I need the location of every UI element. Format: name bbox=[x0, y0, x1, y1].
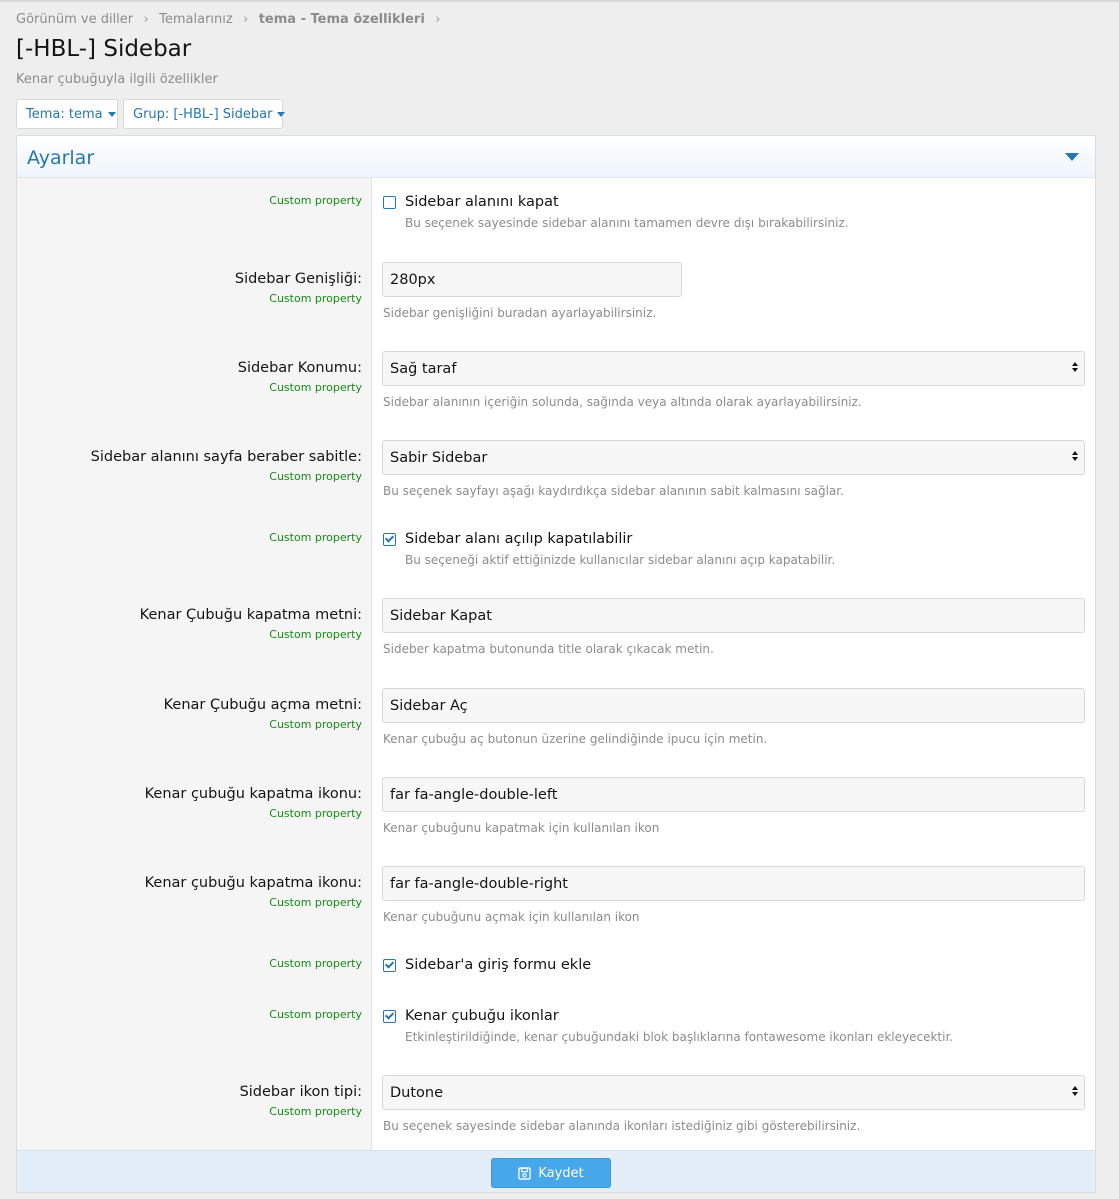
icon-type-value: Dutone bbox=[390, 1084, 444, 1101]
custom-property-tag: Custom property bbox=[269, 1008, 362, 1021]
sidebar-icons-checkbox[interactable] bbox=[383, 1010, 396, 1023]
checkmark-icon bbox=[384, 959, 395, 969]
disable-sidebar-hint: Bu seçenek sayesinde sidebar alanını tam… bbox=[405, 216, 849, 230]
sidebar-position-hint: Sidebar alanının içeriğin solunda, sağın… bbox=[383, 395, 862, 409]
breadcrumb-item-appearance[interactable]: Görünüm ve diller bbox=[16, 12, 133, 27]
sidebar-width-hint: Sidebar genişliğini buradan ayarlayabili… bbox=[383, 306, 657, 320]
sidebar-width-input[interactable]: 280px bbox=[382, 262, 682, 297]
caret-down-icon bbox=[277, 111, 286, 117]
theme-filter-button[interactable]: Tema: tema bbox=[16, 99, 118, 129]
collapsible-sidebar-hint: Bu seçeneği aktif ettiğinizde kullanıcıl… bbox=[405, 553, 836, 567]
save-button[interactable]: Kaydet bbox=[491, 1158, 611, 1188]
select-arrows-icon bbox=[1071, 451, 1079, 465]
custom-property-tag: Custom property bbox=[269, 807, 362, 820]
close-icon-input[interactable]: far fa-angle-double-left bbox=[382, 777, 1085, 812]
form-footer: Kaydet bbox=[17, 1150, 1095, 1192]
select-arrows-icon bbox=[1071, 1086, 1079, 1100]
open-text-label: Kenar Çubuğu açma metni: bbox=[163, 697, 362, 713]
caret-down-icon bbox=[1065, 153, 1079, 161]
custom-property-tag: Custom property bbox=[269, 381, 362, 394]
breadcrumb-theme-properties-label: - Tema özellikleri bbox=[296, 11, 425, 27]
open-icon-hint: Kenar çubuğunu açmak için kullanılan iko… bbox=[383, 910, 640, 924]
custom-property-tag: Custom property bbox=[269, 292, 362, 305]
open-text-input[interactable]: Sidebar Aç bbox=[382, 688, 1085, 723]
settings-block: Ayarlar Custom property Sidebar alanını … bbox=[16, 135, 1096, 1193]
chevron-right-icon: › bbox=[143, 11, 149, 27]
custom-property-tag: Custom property bbox=[269, 628, 362, 641]
breadcrumb-theme-name: tema bbox=[258, 11, 297, 27]
sidebar-position-label: Sidebar Konumu: bbox=[237, 360, 362, 376]
chevron-right-icon: › bbox=[435, 11, 441, 27]
close-text-label: Kenar Çubuğu kapatma metni: bbox=[139, 607, 362, 623]
breadcrumb: Görünüm ve diller › Temalarınız › tema -… bbox=[16, 10, 451, 28]
checkmark-icon bbox=[384, 1010, 395, 1020]
sidebar-icons-hint: Etkinleştirildiğinde, kenar çubuğundaki … bbox=[405, 1030, 954, 1044]
block-title: Ayarlar bbox=[27, 147, 95, 169]
disable-sidebar-checkbox[interactable] bbox=[383, 196, 396, 209]
breadcrumb-item-themes[interactable]: Temalarınız bbox=[159, 12, 233, 27]
theme-filter-label: Tema: tema bbox=[26, 106, 103, 122]
custom-property-tag: Custom property bbox=[269, 531, 362, 544]
login-form-label[interactable]: Sidebar'a giriş formu ekle bbox=[405, 957, 591, 973]
login-form-checkbox[interactable] bbox=[383, 959, 396, 972]
sidebar-position-value: Sağ taraf bbox=[390, 360, 457, 377]
select-arrows-icon bbox=[1071, 362, 1079, 376]
open-text-value: Sidebar Aç bbox=[390, 697, 468, 714]
disable-sidebar-label[interactable]: Sidebar alanını kapat bbox=[405, 194, 559, 210]
close-text-input[interactable]: Sidebar Kapat bbox=[382, 598, 1085, 633]
sidebar-position-select[interactable]: Sağ taraf bbox=[382, 351, 1085, 386]
save-button-label: Kaydet bbox=[538, 1165, 584, 1181]
custom-property-tag: Custom property bbox=[269, 470, 362, 483]
custom-property-tag: Custom property bbox=[269, 194, 362, 207]
sticky-sidebar-label: Sidebar alanını sayfa beraber sabitle: bbox=[90, 449, 362, 465]
icon-type-label: Sidebar ikon tipi: bbox=[239, 1084, 362, 1100]
icon-type-hint: Bu seçenek sayesinde sidebar alanında ik… bbox=[383, 1119, 861, 1133]
sidebar-width-value: 280px bbox=[390, 271, 436, 288]
collapsible-sidebar-checkbox[interactable] bbox=[383, 533, 396, 546]
page-description: Kenar çubuğuyla ilgili özellikler bbox=[16, 72, 218, 87]
close-icon-label: Kenar çubuğu kapatma ikonu: bbox=[144, 786, 362, 802]
sticky-sidebar-value: Sabir Sidebar bbox=[390, 449, 488, 466]
page-title: [-HBL-] Sidebar bbox=[16, 36, 192, 62]
save-icon bbox=[518, 1166, 532, 1180]
close-icon-hint: Kenar çubuğunu kapatmak için kullanılan … bbox=[383, 821, 660, 835]
labels-column bbox=[17, 178, 372, 1150]
controls-column bbox=[372, 178, 1095, 1150]
custom-property-tag: Custom property bbox=[269, 1105, 362, 1118]
sidebar-icons-label[interactable]: Kenar çubuğu ikonlar bbox=[405, 1008, 559, 1024]
top-divider bbox=[0, 0, 1119, 2]
breadcrumb-item-theme-properties[interactable]: tema - Tema özellikleri bbox=[259, 12, 425, 27]
open-icon-value: far fa-angle-double-right bbox=[390, 875, 568, 892]
checkmark-icon bbox=[384, 533, 395, 543]
block-header: Ayarlar bbox=[17, 136, 1095, 178]
close-text-value: Sidebar Kapat bbox=[390, 607, 492, 624]
sticky-sidebar-hint: Bu seçenek sayfayı aşağı kaydırdıkça sid… bbox=[383, 484, 844, 498]
custom-property-tag: Custom property bbox=[269, 957, 362, 970]
sidebar-width-label: Sidebar Genişliği: bbox=[234, 271, 362, 287]
open-icon-label: Kenar çubuğu kapatma ikonu: bbox=[144, 875, 362, 891]
collapsible-sidebar-label[interactable]: Sidebar alanı açılıp kapatılabilir bbox=[405, 531, 632, 547]
collapse-toggle[interactable] bbox=[1065, 151, 1081, 163]
custom-property-tag: Custom property bbox=[269, 896, 362, 909]
group-filter-label: Grup: [-HBL-] Sidebar bbox=[133, 106, 273, 122]
sticky-sidebar-select[interactable]: Sabir Sidebar bbox=[382, 440, 1085, 475]
icon-type-select[interactable]: Dutone bbox=[382, 1075, 1085, 1110]
close-text-hint: Sideber kapatma butonunda title olarak ç… bbox=[383, 642, 714, 656]
group-filter-button[interactable]: Grup: [-HBL-] Sidebar bbox=[123, 99, 286, 129]
custom-property-tag: Custom property bbox=[269, 718, 362, 731]
open-text-hint: Kenar çubuğu aç butonun üzerine gelindiğ… bbox=[383, 732, 768, 746]
caret-down-icon bbox=[107, 111, 116, 117]
open-icon-input[interactable]: far fa-angle-double-right bbox=[382, 866, 1085, 901]
chevron-right-icon: › bbox=[243, 11, 249, 27]
close-icon-value: far fa-angle-double-left bbox=[390, 786, 558, 803]
